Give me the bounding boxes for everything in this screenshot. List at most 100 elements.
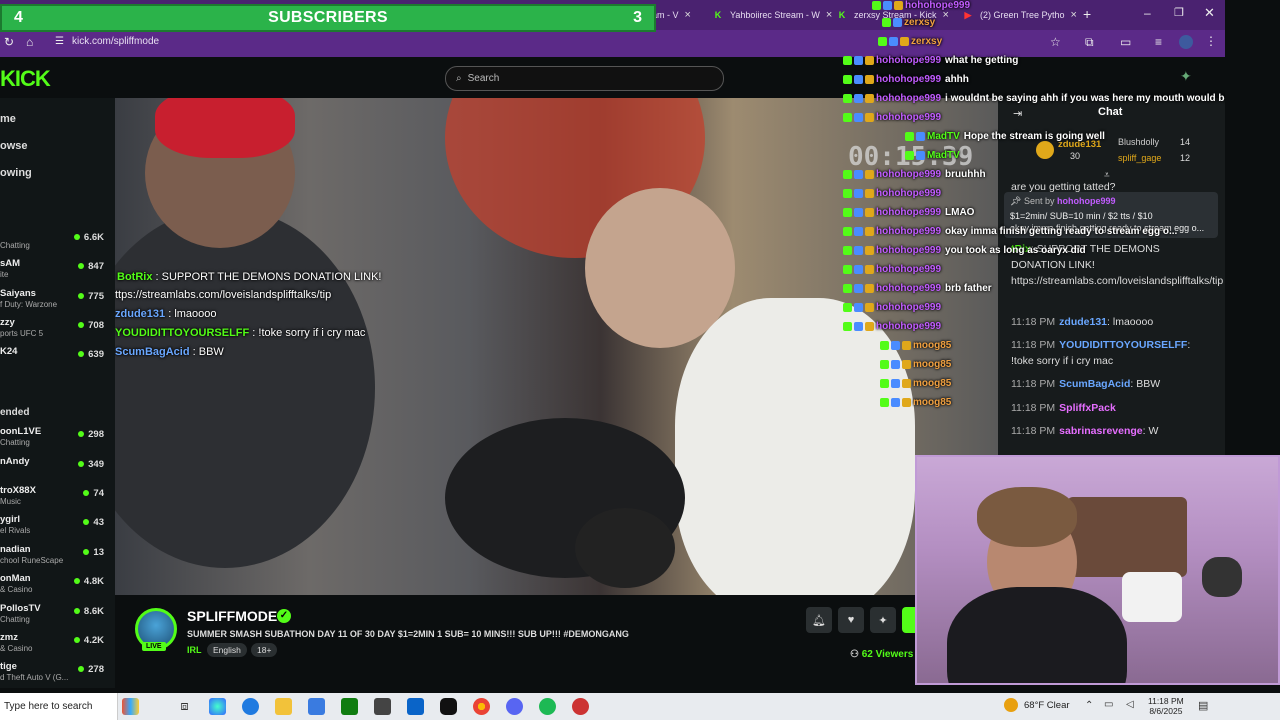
overlay-chat-row: hohohope999 i wouldnt be saying ahh if yo… (843, 93, 1248, 104)
site-info-icon[interactable]: ☰ (55, 36, 64, 47)
taskbar-clock[interactable]: 11:18 PM 8/6/2025 (1148, 696, 1184, 716)
chat-message: 11:18 PM SpliffxPack (1011, 402, 1116, 414)
minimize-icon[interactable]: – (1144, 6, 1151, 20)
browser-tab[interactable]: ▶ (2) Green Tree Pytho × (962, 4, 1077, 26)
chair-shape (115, 208, 375, 568)
copilot-icon[interactable] (209, 698, 226, 715)
file-explorer-icon[interactable] (275, 698, 292, 715)
browser-tab[interactable]: am - V × (652, 4, 691, 26)
edge-icon[interactable] (242, 698, 259, 715)
bookmark-star-icon[interactable]: ☆ (1050, 35, 1061, 49)
close-tab-icon[interactable]: × (685, 9, 691, 21)
search-input[interactable]: ⌕ Search (445, 66, 724, 91)
close-window-icon[interactable]: ✕ (1204, 5, 1215, 21)
app-red-icon[interactable] (572, 698, 589, 715)
sidebar-channel[interactable]: zmz & Casino 4.2K (0, 632, 108, 660)
sidebar-channel[interactable]: zzy ports UFC 5 708 (0, 317, 108, 345)
sidebar-channel[interactable]: K24 639 (0, 346, 108, 374)
overlay-chat-row: moog85 (880, 340, 955, 351)
sparkle-icon: ✦ (878, 614, 888, 627)
tiktok-icon[interactable] (440, 698, 457, 715)
sidebar-channel[interactable]: PollosTV Chatting 8.6K (0, 603, 108, 631)
overlay-chat-user: zdude131 (115, 308, 166, 320)
chevron-up-icon[interactable]: ⌃ (1085, 700, 1093, 711)
maximize-icon[interactable]: ❐ (1174, 6, 1184, 19)
sidebar-channel[interactable]: troX88X Music 74 (0, 485, 108, 513)
person-shirt (947, 587, 1127, 683)
close-tab-icon[interactable]: × (1071, 9, 1077, 21)
discord-icon[interactable] (506, 698, 523, 715)
laundry-basket (1122, 572, 1182, 622)
nav-following[interactable]: owing (0, 167, 32, 179)
overlay-chat-msg: lmaoooo (174, 308, 217, 320)
url-field[interactable]: kick.com/spliffmode (72, 36, 159, 47)
kick-logo[interactable]: KICK (0, 66, 51, 92)
follow-button[interactable]: ♥ (838, 607, 864, 633)
sidebar-channel[interactable]: nadian chool RuneScape 13 (0, 544, 108, 572)
overlay-chat-msg: BBW (198, 346, 224, 358)
sidebar-channel[interactable]: ygirl el Rivals 43 (0, 514, 108, 542)
chat-message: 11:18 PM zdude131: lmaoooo (1011, 316, 1154, 328)
outlook-icon[interactable] (407, 698, 424, 715)
overlay-chat-row: hohohope999 okay imma finish getting read… (843, 226, 1177, 237)
overlay-chat-row: hohohope999 (872, 0, 974, 11)
app-icon[interactable] (374, 698, 391, 715)
reload-icon[interactable]: ↻ (4, 35, 14, 49)
notifications-icon[interactable]: ▤ (1198, 699, 1208, 712)
overlay-chat-row: MadTV Hope the stream is going well (905, 131, 1105, 142)
stream-category[interactable]: IRL (187, 645, 202, 655)
split-view-icon[interactable]: ▭ (1120, 35, 1131, 49)
chat-message: 11:18 PM YOUDIDITTOYOURSELFF: !toke sorry… (1011, 339, 1191, 367)
overlay-chat-row: hohohope999 brb father (843, 283, 992, 294)
sidebar-channel[interactable]: nAndy 349 (0, 456, 108, 484)
nav-browse[interactable]: owse (0, 140, 28, 152)
sidebar-channel[interactable]: onMan & Casino 4.8K (0, 573, 108, 601)
media-control-icon[interactable]: ≡ (1155, 35, 1162, 49)
sidebar-channel[interactable]: sAM ite 847 (0, 258, 108, 286)
overlay-chat-row: hohohope999 you took as long as oaryx did (843, 245, 1086, 256)
tag-age[interactable]: 18+ (251, 643, 278, 657)
sidebar-channel[interactable]: Saiyans f Duty: Warzone 775 (0, 288, 108, 316)
extensions-icon[interactable]: ⧉ (1085, 35, 1094, 50)
overlay-chat-row: hohohope999 (843, 321, 945, 332)
tag-language[interactable]: English (207, 643, 247, 657)
taskbar-search-input[interactable]: Type here to search (0, 693, 118, 720)
search-icon: ⌕ (456, 73, 462, 84)
volume-icon[interactable]: ◁ (1126, 699, 1134, 710)
overlay-chat-msg: !toke sorry if i cry mac (258, 327, 366, 339)
notification-bell-button[interactable]: 🔔︎ (806, 607, 832, 633)
sidebar-channel[interactable]: Chatting 6.6K (0, 229, 108, 257)
network-icon[interactable]: ▭ (1104, 699, 1113, 710)
kick-icon: K (714, 10, 722, 20)
weather-text[interactable]: 68°F Clear (1024, 700, 1070, 711)
red-cap (155, 98, 295, 158)
spotify-icon[interactable] (539, 698, 556, 715)
kick-icon: K (838, 10, 846, 20)
streamer-name[interactable]: SPLIFFMODE (187, 608, 277, 624)
task-view-icon[interactable]: ⧈ (176, 698, 193, 715)
overlay-chat-row: hohohope999 what he getting (843, 55, 1018, 66)
gift-button[interactable]: ✦ (870, 607, 896, 633)
leader-count: 14 (1180, 137, 1191, 147)
overlay-chat-row: hohohope999 ahhh (843, 74, 969, 85)
close-tab-icon[interactable]: × (826, 9, 832, 21)
browser-tab[interactable]: K Yahboiirec Stream - W × (712, 4, 833, 26)
right-edge (1225, 0, 1280, 455)
home-icon[interactable]: ⌂ (26, 35, 33, 49)
overlay-chat-row: moog85 (880, 378, 955, 389)
subscribe-button[interactable] (902, 607, 916, 633)
chrome-icon[interactable] (473, 698, 490, 715)
search-highlight-icon[interactable] (122, 698, 139, 715)
new-tab-icon[interactable]: + (1083, 6, 1091, 22)
notification-icon[interactable]: ✦ (1180, 68, 1192, 85)
overlay-chat-row: hohohope999 (843, 264, 945, 275)
sidebar-channel[interactable]: oonL1VE Chatting 298 (0, 426, 108, 454)
store-icon[interactable] (308, 698, 325, 715)
sidebar-channel[interactable]: tige d Theft Auto V (G... 278 (0, 661, 108, 689)
nav-home[interactable]: me (0, 113, 16, 125)
tab-label: Yahboiirec Stream - W (730, 10, 820, 20)
xbox-icon[interactable] (341, 698, 358, 715)
collapse-chat-icon[interactable]: ⇥ (1013, 107, 1022, 120)
profile-avatar[interactable] (1179, 35, 1193, 49)
browser-menu-icon[interactable]: ⋮ (1205, 34, 1217, 48)
